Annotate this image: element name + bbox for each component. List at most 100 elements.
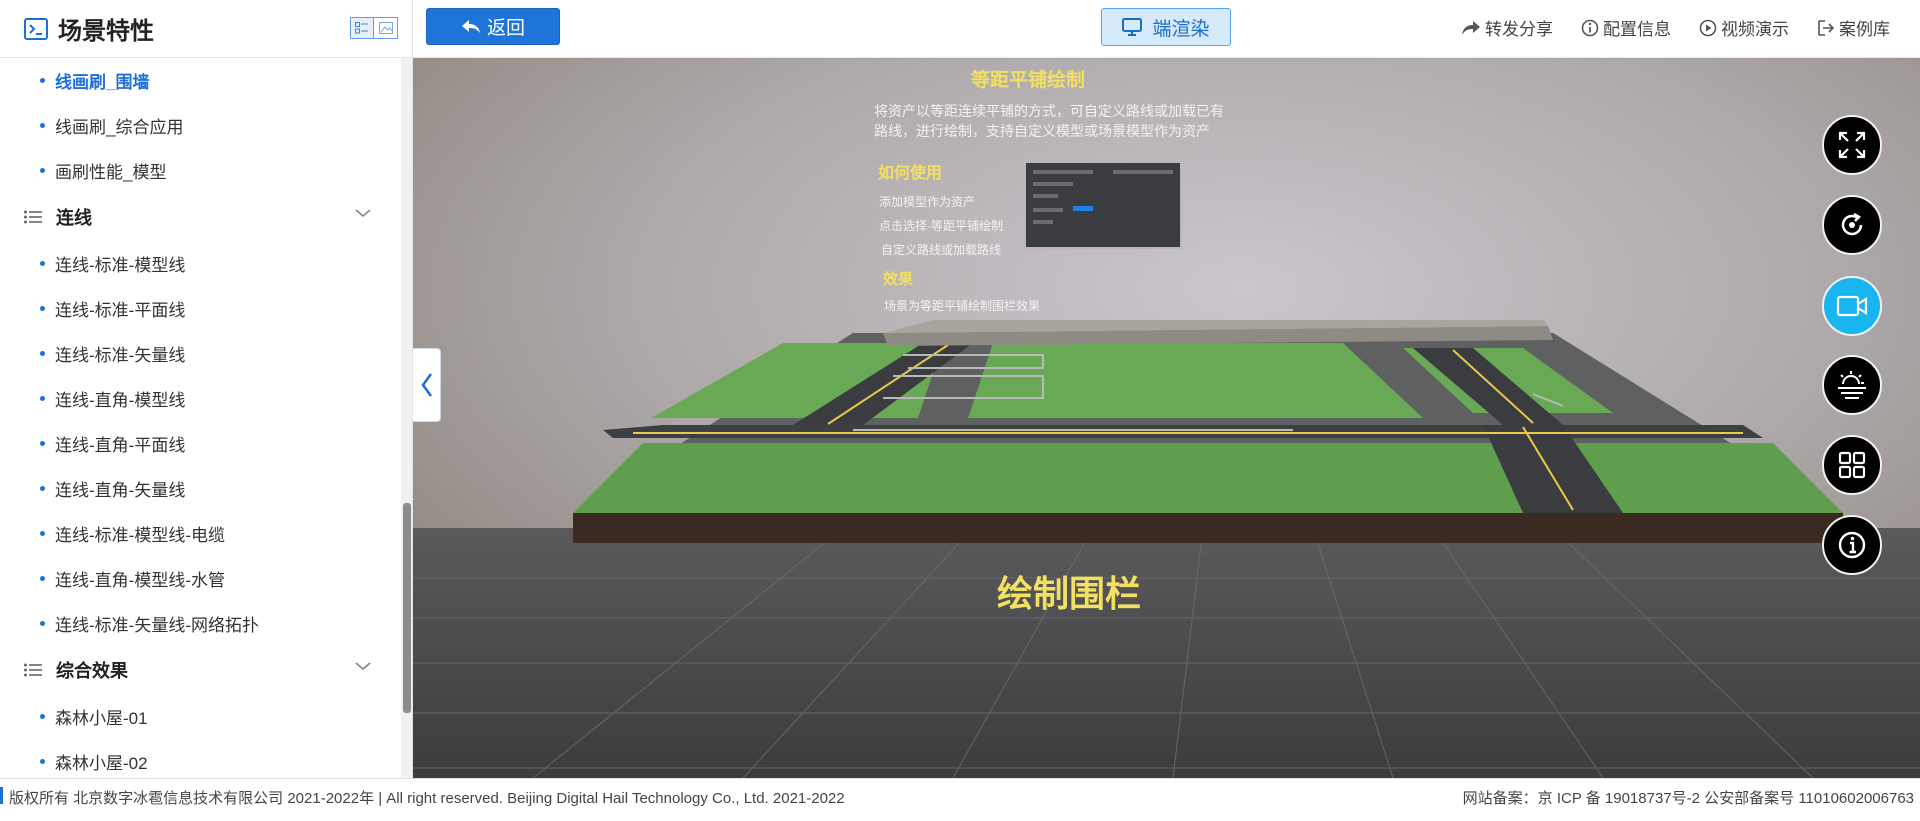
3d-viewport[interactable]: 等距平铺绘制 将资产以等距连续平铺的方式，可自定义路线或加载已有 路线，进行绘制… [413, 58, 1920, 778]
share-link[interactable]: 转发分享 [1461, 15, 1553, 40]
bullet [40, 261, 45, 266]
fullscreen-button[interactable] [1822, 115, 1882, 175]
bullet [40, 168, 45, 173]
sidebar-item[interactable]: 连线-直角-矢量线 [0, 466, 400, 511]
bullet [40, 576, 45, 581]
collapse-sidebar-button[interactable] [413, 348, 441, 422]
sidebar-item-brush-performance[interactable]: 画刷性能_模型 [0, 148, 400, 193]
list-view-icon [355, 22, 368, 34]
howto-step-1: 添加模型作为资产 [879, 195, 975, 209]
grid-icon [1838, 451, 1866, 479]
refresh-button[interactable] [1822, 195, 1882, 255]
sidebar-item[interactable]: 连线-标准-模型线 [0, 241, 400, 286]
group-label: 连线 [56, 208, 92, 228]
config-link-label: 配置信息 [1603, 20, 1671, 39]
render-mode-button[interactable]: 端渲染 [1101, 8, 1231, 46]
list-view-button[interactable] [350, 17, 374, 39]
sidebar-item-label: 线画刷_围墙 [55, 73, 150, 92]
chevron-down-icon [355, 209, 371, 218]
sidebar-group-effects[interactable]: 综合效果 [0, 646, 400, 694]
bullet [40, 396, 45, 401]
back-arrow-icon [461, 19, 480, 33]
sidebar-item-line-brush-combined[interactable]: 线画刷_综合应用 [0, 103, 400, 148]
sidebar-item-label: 森林小屋-02 [55, 754, 148, 773]
scene-canvas[interactable]: 等距平铺绘制 将资产以等距连续平铺的方式，可自定义路线或加载已有 路线，进行绘制… [413, 58, 1920, 778]
weather-icon [1838, 371, 1866, 399]
weather-button[interactable] [1822, 355, 1882, 415]
bullet [40, 714, 45, 719]
howto-step-2: 点击选择-等距平铺绘制 [879, 218, 1003, 233]
howto-step-3: 自定义路线或加载路线 [881, 242, 1001, 257]
sidebar-item[interactable]: 连线-标准-矢量线-网络拓扑 [0, 601, 400, 646]
case-library-link-label: 案例库 [1839, 20, 1890, 39]
refresh-icon [1841, 212, 1863, 236]
info-panel [1024, 161, 1182, 249]
video-link[interactable]: 视频演示 [1699, 15, 1789, 40]
config-link[interactable]: 配置信息 [1581, 15, 1671, 40]
info-button[interactable] [1822, 515, 1882, 575]
footer: 版权所有 北京数字冰雹信息技术有限公司 2021-2022年 | All rig… [0, 778, 1920, 821]
sidebar-item[interactable]: 连线-标准-模型线-电缆 [0, 511, 400, 556]
image-view-button[interactable] [374, 17, 398, 39]
group-label: 综合效果 [56, 661, 128, 681]
case-library-link[interactable]: 案例库 [1817, 15, 1890, 40]
scrollbar-thumb[interactable] [403, 503, 411, 713]
top-links: 转发分享 配置信息 视频演示 案例库 [1433, 15, 1890, 40]
sidebar-item-label: 连线-标准-模型线 [55, 256, 186, 275]
sidebar-item-label: 连线-直角-模型线 [55, 391, 186, 410]
sidebar-title: 场景特性 [58, 18, 154, 45]
info-icon [1838, 531, 1866, 559]
sidebar-item-label: 森林小屋-01 [55, 709, 148, 728]
bullet [40, 78, 45, 83]
sidebar-scrollbar[interactable] [401, 58, 412, 778]
sidebar-item[interactable]: 森林小屋-01 [0, 694, 400, 739]
bullet [40, 759, 45, 764]
back-button[interactable]: 返回 [426, 8, 560, 45]
sidebar-item[interactable]: 森林小屋-02 [0, 739, 400, 778]
bullet [40, 123, 45, 128]
bullet [40, 486, 45, 491]
sidebar-item[interactable]: 连线-标准-平面线 [0, 286, 400, 331]
video-camera-icon [1836, 295, 1868, 317]
sidebar-item-label: 连线-标准-矢量线 [55, 346, 186, 365]
sidebar-item-label: 连线-标准-平面线 [55, 301, 186, 320]
top-toolbar: 返回 端渲染 转发分享 配置信息 视频演示 案例库 [413, 0, 1920, 58]
layout-grid-button[interactable] [1822, 435, 1882, 495]
bullet [40, 441, 45, 446]
sidebar-item[interactable]: 连线-标准-矢量线 [0, 331, 400, 376]
icp-record-text: 网站备案：京 ICP 备 19018737号-2 公安部备案号 11010602… [1462, 790, 1914, 807]
bullet [40, 351, 45, 356]
render-mode-label: 端渲染 [1152, 18, 1210, 40]
sidebar-item-label: 连线-直角-平面线 [55, 436, 186, 455]
play-icon [1699, 19, 1717, 36]
sidebar-item-label: 连线-直角-矢量线 [55, 481, 186, 500]
sidebar-item-line-brush-wall[interactable]: 线画刷_围墙 [0, 58, 400, 103]
sidebar-item-label: 连线-直角-模型线-水管 [55, 571, 225, 590]
scene-title: 等距平铺绘制 [970, 68, 1085, 91]
sidebar-item-label: 画刷性能_模型 [55, 163, 167, 182]
sidebar-item[interactable]: 连线-直角-模型线-水管 [0, 556, 400, 601]
sidebar-list: 线画刷_围墙 线画刷_综合应用 画刷性能_模型 连线 连线-标准-模型线 连线-… [0, 58, 400, 778]
bullet [40, 621, 45, 626]
view-toggle-group [350, 17, 398, 39]
sidebar-item[interactable]: 连线-直角-模型线 [0, 376, 400, 421]
bullet [40, 531, 45, 536]
effect-description: 场景为等距平铺绘制围栏效果 [884, 298, 1040, 313]
share-icon [1462, 20, 1480, 35]
list-icon [24, 210, 42, 224]
sidebar-header: 场景特性 [0, 0, 412, 58]
sidebar-item[interactable]: 连线-直角-平面线 [0, 421, 400, 466]
back-button-label: 返回 [486, 18, 525, 39]
sidebar-item-label: 线画刷_综合应用 [55, 118, 184, 137]
fullscreen-icon [1838, 131, 1866, 159]
sidebar-group-lines[interactable]: 连线 [0, 193, 400, 241]
bottom-caption: 绘制围栏 [997, 573, 1141, 614]
effect-title: 效果 [883, 270, 914, 288]
scene-description-line1: 将资产以等距连续平铺的方式，可自定义路线或加载已有 [874, 103, 1224, 119]
exit-icon [1818, 19, 1835, 36]
camera-button[interactable] [1822, 276, 1882, 336]
chevron-down-icon [355, 662, 371, 671]
share-link-label: 转发分享 [1485, 20, 1553, 39]
info-icon [1581, 19, 1599, 36]
sidebar-item-label: 连线-标准-模型线-电缆 [55, 526, 225, 545]
